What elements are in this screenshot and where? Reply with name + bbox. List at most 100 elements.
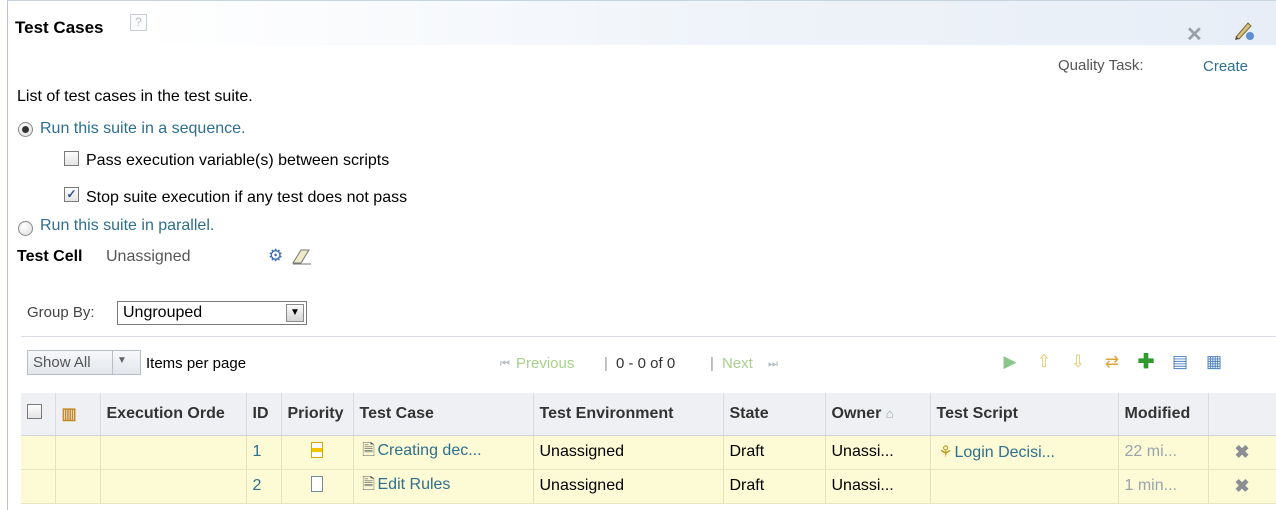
panel-header [8, 1, 1276, 45]
row-modified: 1 min... [1118, 469, 1209, 504]
panel-border [7, 0, 8, 510]
run-sequence-radio[interactable] [18, 122, 33, 137]
select-all-header[interactable] [21, 393, 56, 436]
run-icon[interactable]: ▶ [1000, 352, 1020, 372]
priority-medium-icon [311, 441, 323, 458]
last-page-icon: ⏭ [768, 358, 778, 370]
column-owner-label: Owner [831, 404, 882, 422]
columns-icon[interactable]: ▥ [62, 406, 77, 423]
show-all-separator [112, 351, 113, 374]
row-empty-cell [55, 435, 101, 470]
move-down-icon[interactable]: ⇩ [1068, 352, 1088, 372]
test-case-icon: 🗎 [362, 441, 375, 459]
add-icon[interactable]: ✚ [1136, 352, 1156, 372]
row-environment: Unassigned [533, 469, 724, 504]
run-parallel-radio[interactable] [18, 221, 33, 236]
test-script-link[interactable]: Login Decisi... [955, 444, 1056, 461]
row-select-cell [21, 435, 56, 470]
chevron-down-icon[interactable]: ▼ [117, 355, 127, 366]
clear-test-cell-icon[interactable] [290, 247, 312, 265]
column-test-script[interactable]: Test Script [930, 393, 1119, 436]
row-test-script [930, 469, 1119, 504]
row-actions: ✖ [1208, 435, 1276, 470]
description-text: List of test cases in the test suite. [17, 88, 253, 105]
pass-vars-label: Pass execution variable(s) between scrip… [86, 152, 390, 169]
row-state: Draft [723, 469, 826, 504]
table-row[interactable]: 2 🗎 Edit Rules Unassigned Draft Unassi...… [21, 469, 1276, 504]
items-per-page-label: Items per page [146, 355, 247, 372]
pager-range: 0 - 0 of 0 [616, 355, 676, 372]
row-priority [281, 469, 354, 504]
refresh-icon[interactable]: ⇄ [1102, 352, 1122, 372]
row-empty-cell [55, 469, 101, 504]
chevron-down-icon[interactable]: ▼ [286, 304, 304, 322]
delete-icon[interactable]: ✖ [1234, 476, 1249, 496]
table-row[interactable]: 1 🗎 Creating dec... Unassigned Draft Unas… [21, 435, 1276, 470]
previous-link[interactable]: Previous [516, 355, 574, 372]
row-owner: Unassi... [825, 469, 931, 504]
run-sequence-label[interactable]: Run this suite in a sequence. [40, 120, 245, 138]
column-priority[interactable]: Priority [281, 393, 354, 436]
row-modified: 22 mi... [1118, 435, 1209, 470]
group-by-select[interactable]: Ungrouped ▼ [117, 301, 307, 325]
table-header-row: ▥ Execution Orde ID Priority Test Case T… [21, 393, 1276, 436]
pager-separator: | [710, 355, 714, 372]
test-cell-caption: Test Cell [17, 248, 83, 265]
row-test-case[interactable]: 🗎 Creating dec... [353, 435, 534, 470]
columns-icon[interactable]: ▦ [1204, 352, 1224, 372]
row-execution-order [100, 469, 247, 504]
test-cases-table: ▥ Execution Orde ID Priority Test Case T… [21, 393, 1276, 504]
row-environment: Unassigned [533, 435, 724, 470]
test-script-icon: ⚘ [938, 444, 953, 461]
row-execution-order [100, 435, 247, 470]
test-cell-label: Test Cell [17, 248, 83, 266]
test-case-icon: 🗎 [362, 475, 375, 493]
group-by-label: Group By: [27, 304, 95, 321]
stop-on-fail-label: Stop suite execution if any test does no… [86, 189, 408, 206]
edit-icon[interactable] [1232, 17, 1256, 41]
first-page-icon: ⏮ [500, 358, 510, 370]
move-up-icon[interactable]: ⇧ [1034, 352, 1054, 372]
column-state[interactable]: State [723, 393, 826, 436]
panel-title: Test Cases [15, 18, 104, 37]
divider [21, 336, 1276, 337]
column-modified[interactable]: Modified [1118, 393, 1209, 436]
row-test-script[interactable]: ⚘ Login Decisi... [930, 435, 1119, 470]
run-parallel-label[interactable]: Run this suite in parallel. [40, 217, 214, 235]
show-all-button[interactable]: Show All ▼ [27, 350, 141, 375]
row-state: Draft [723, 435, 826, 470]
stop-on-fail-checkbox[interactable]: ✓ [64, 187, 79, 202]
row-actions: ✖ [1208, 469, 1276, 504]
export-icon[interactable]: ▤ [1170, 352, 1190, 372]
row-select-cell [21, 469, 56, 504]
column-test-case[interactable]: Test Case [353, 393, 534, 436]
delete-icon[interactable]: ✖ [1234, 442, 1249, 462]
create-link[interactable]: Create [1203, 58, 1248, 75]
test-cell-value: Unassigned [106, 248, 191, 265]
next-link[interactable]: Next [722, 355, 753, 372]
row-owner: Unassi... [825, 435, 931, 470]
quality-task-label: Quality Task: [1058, 57, 1144, 74]
show-all-label: Show All [33, 354, 91, 371]
close-icon[interactable]: ✕ [1186, 22, 1203, 47]
column-owner[interactable]: Owner ⌂ [825, 393, 931, 436]
pass-vars-checkbox[interactable] [64, 151, 79, 166]
row-id[interactable]: 1 [246, 435, 282, 470]
column-execution-order[interactable]: Execution Orde [100, 393, 247, 436]
row-test-case[interactable]: 🗎 Edit Rules [353, 469, 534, 504]
row-id[interactable]: 2 [246, 469, 282, 504]
select-all-checkbox[interactable] [27, 403, 42, 419]
owner-filter-icon[interactable]: ⌂ [886, 406, 894, 421]
column-id[interactable]: ID [246, 393, 282, 436]
column-test-environment[interactable]: Test Environment [533, 393, 724, 436]
group-by-value: Ungrouped [123, 304, 203, 321]
column-chooser-header[interactable]: ▥ [55, 393, 101, 436]
select-test-cell-icon[interactable]: ⚙ [268, 246, 283, 266]
priority-unassigned-icon [311, 475, 323, 492]
test-case-link[interactable]: Edit Rules [378, 476, 451, 493]
column-actions [1208, 393, 1276, 436]
test-case-link[interactable]: Creating dec... [378, 442, 482, 459]
row-priority [281, 435, 354, 470]
help-icon[interactable]: ? [130, 14, 147, 31]
pager-separator: | [604, 355, 608, 372]
